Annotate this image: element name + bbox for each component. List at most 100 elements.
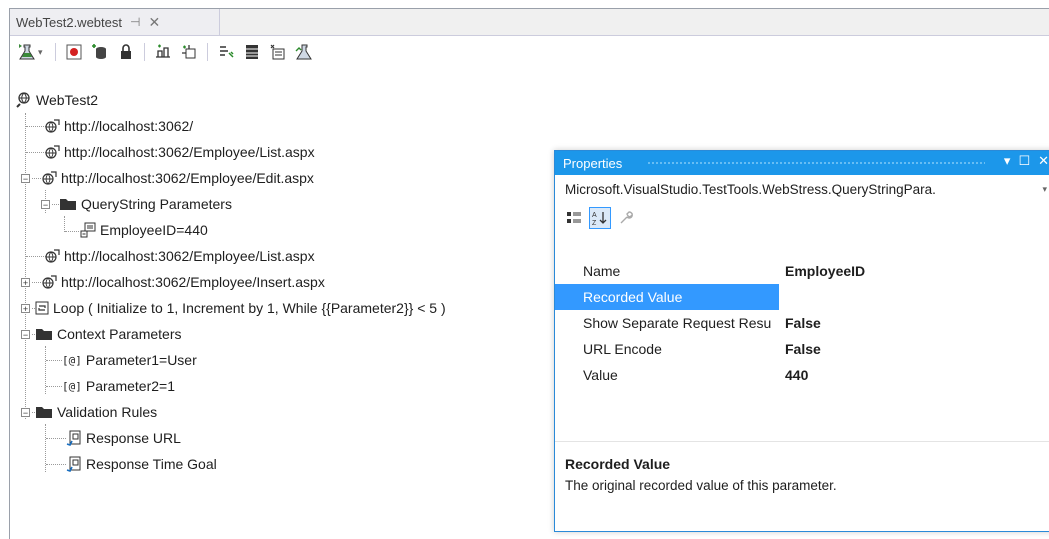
property-value[interactable]: EmployeeID xyxy=(779,258,865,284)
toolbar-separator xyxy=(207,43,208,61)
tree-item-label: QueryString Parameters xyxy=(81,196,232,212)
window-controls: ▾ ☐ ✕ xyxy=(1004,153,1049,169)
run-test-icon[interactable] xyxy=(16,41,38,63)
tree-item-loop[interactable]: + Loop ( Initialize to 1, Increment by 1… xyxy=(21,295,446,321)
tree-root-label: WebTest2 xyxy=(36,92,98,108)
run-dropdown-icon[interactable]: ▾ xyxy=(38,47,48,58)
tree-item-context-parameters[interactable]: − Context Parameters xyxy=(21,321,182,347)
collapse-icon[interactable]: − xyxy=(21,173,30,183)
close-icon[interactable]: ✕ xyxy=(1038,153,1049,169)
webtest-toolbar: ▾ xyxy=(10,36,1049,68)
tree-connector-line xyxy=(52,203,59,205)
tree-connector-line xyxy=(32,177,41,179)
categorized-icon[interactable] xyxy=(563,207,585,229)
property-row-selected[interactable]: Recorded Value xyxy=(555,284,1049,310)
tree-item-querystring-parameters[interactable]: − QueryString Parameters xyxy=(41,191,232,217)
description-text: The original recorded value of this para… xyxy=(565,478,837,493)
document-tab[interactable]: WebTest2.webtest ⊣ ✕ xyxy=(10,9,220,35)
expand-icon[interactable]: + xyxy=(21,303,30,313)
description-title: Recorded Value xyxy=(565,456,671,472)
request-icon xyxy=(41,274,57,290)
tree-item-label: EmployeeID=440 xyxy=(100,222,208,238)
tree-item-request-edit[interactable]: − http://localhost:3062/Employee/Edit.as… xyxy=(21,165,314,191)
alphabetical-icon[interactable]: AZ xyxy=(589,207,611,229)
validation-rule-icon xyxy=(66,430,82,446)
tree-item-querystring-parameter[interactable]: EmployeeID=440 xyxy=(80,217,208,243)
tree-item-validation-rule[interactable]: Response URL xyxy=(66,425,181,451)
property-grid: Name EmployeeID Recorded Value Show Sepa… xyxy=(555,258,1049,388)
close-tab-icon[interactable]: ✕ xyxy=(148,14,160,31)
pin-icon[interactable]: ⊣ xyxy=(130,15,140,29)
add-datasource-icon[interactable] xyxy=(89,41,111,63)
tree-item-label: Parameter2=1 xyxy=(85,378,175,394)
property-value[interactable]: 440 xyxy=(779,362,808,388)
property-name: URL Encode xyxy=(583,341,662,357)
property-value[interactable] xyxy=(779,284,785,310)
document-tabstrip: WebTest2.webtest ⊣ ✕ xyxy=(10,9,1049,36)
property-row[interactable]: Show Separate Request Resu False xyxy=(555,310,1049,336)
property-row[interactable]: Name EmployeeID xyxy=(555,258,1049,284)
add-request-plugin-icon[interactable] xyxy=(178,41,200,63)
create-performance-session-icon[interactable] xyxy=(293,41,315,63)
titlebar-grip xyxy=(647,161,985,165)
expand-icon[interactable]: + xyxy=(21,277,30,287)
collapse-icon[interactable]: − xyxy=(21,407,30,417)
object-selector[interactable]: Microsoft.VisualStudio.TestTools.WebStre… xyxy=(555,175,1049,203)
tree-connector-line xyxy=(26,152,46,153)
property-name: Value xyxy=(583,367,618,383)
tree-item-label: Loop ( Initialize to 1, Increment by 1, … xyxy=(53,300,446,316)
tree-item-label: Validation Rules xyxy=(57,404,158,420)
credentials-icon[interactable] xyxy=(115,41,137,63)
chevron-down-icon[interactable]: ▾ xyxy=(1042,184,1047,195)
document-tab-title: WebTest2.webtest xyxy=(16,14,122,30)
maximize-icon[interactable]: ☐ xyxy=(1018,153,1030,169)
property-row[interactable]: Value 440 xyxy=(555,362,1049,388)
property-value[interactable]: False xyxy=(779,336,821,362)
property-pages-icon[interactable] xyxy=(615,207,637,229)
tree-connector-line xyxy=(46,360,62,361)
tree-item-request[interactable]: http://localhost:3062/Employee/List.aspx xyxy=(44,139,315,165)
property-name: Name xyxy=(583,263,621,279)
record-icon[interactable] xyxy=(63,41,85,63)
object-selector-value: Microsoft.VisualStudio.TestTools.WebStre… xyxy=(565,181,936,197)
tree-item-context-parameter[interactable]: [@] Parameter1=User xyxy=(62,347,197,373)
window-menu-icon[interactable]: ▾ xyxy=(1004,153,1011,169)
validation-rule-icon xyxy=(66,456,82,472)
tree-item-label: Response URL xyxy=(86,430,181,446)
request-icon xyxy=(41,170,57,186)
tree-connector-line xyxy=(46,386,62,387)
folder-icon xyxy=(59,197,77,211)
property-value[interactable]: False xyxy=(779,310,821,336)
tree-item-request[interactable]: http://localhost:3062/ xyxy=(44,113,193,139)
tree-connector-line xyxy=(65,231,79,232)
tree-item-label: Context Parameters xyxy=(57,326,182,342)
tree-item-validation-rules[interactable]: − Validation Rules xyxy=(21,399,157,425)
parameterize-servers-icon[interactable] xyxy=(152,41,174,63)
folder-icon xyxy=(35,327,53,341)
property-row[interactable]: URL Encode False xyxy=(555,336,1049,362)
tree-item-label: Parameter1=User xyxy=(85,352,197,368)
tree-item-context-parameter[interactable]: [@] Parameter2=1 xyxy=(62,373,175,399)
webtest-icon xyxy=(16,92,32,108)
table-icon[interactable] xyxy=(241,41,263,63)
collapse-icon[interactable]: − xyxy=(41,199,50,209)
collapse-icon[interactable]: − xyxy=(21,329,30,339)
tree-item-request-insert[interactable]: + http://localhost:3062/Employee/Insert.… xyxy=(21,269,325,295)
tree-connector-line xyxy=(26,126,46,127)
request-icon xyxy=(44,144,60,160)
parameter-icon xyxy=(80,222,96,238)
tree-connector-line xyxy=(32,281,41,283)
generate-code-icon[interactable] xyxy=(215,41,237,63)
tree-item-validation-rule[interactable]: Response Time Goal xyxy=(66,451,217,477)
svg-text:Z: Z xyxy=(592,220,597,226)
tree-connector-line xyxy=(25,113,26,419)
toolbar-separator xyxy=(144,43,145,61)
properties-titlebar[interactable]: Properties ▾ ☐ ✕ xyxy=(555,151,1049,175)
property-name: Show Separate Request Resu xyxy=(583,315,772,331)
tree-item-request[interactable]: http://localhost:3062/Employee/List.aspx xyxy=(44,243,315,269)
transaction-icon[interactable] xyxy=(267,41,289,63)
tree-item-label: Response Time Goal xyxy=(86,456,217,472)
tree-item-label: http://localhost:3062/Employee/List.aspx xyxy=(64,248,315,264)
request-icon xyxy=(44,118,60,134)
tree-root[interactable]: WebTest2 xyxy=(16,87,98,113)
